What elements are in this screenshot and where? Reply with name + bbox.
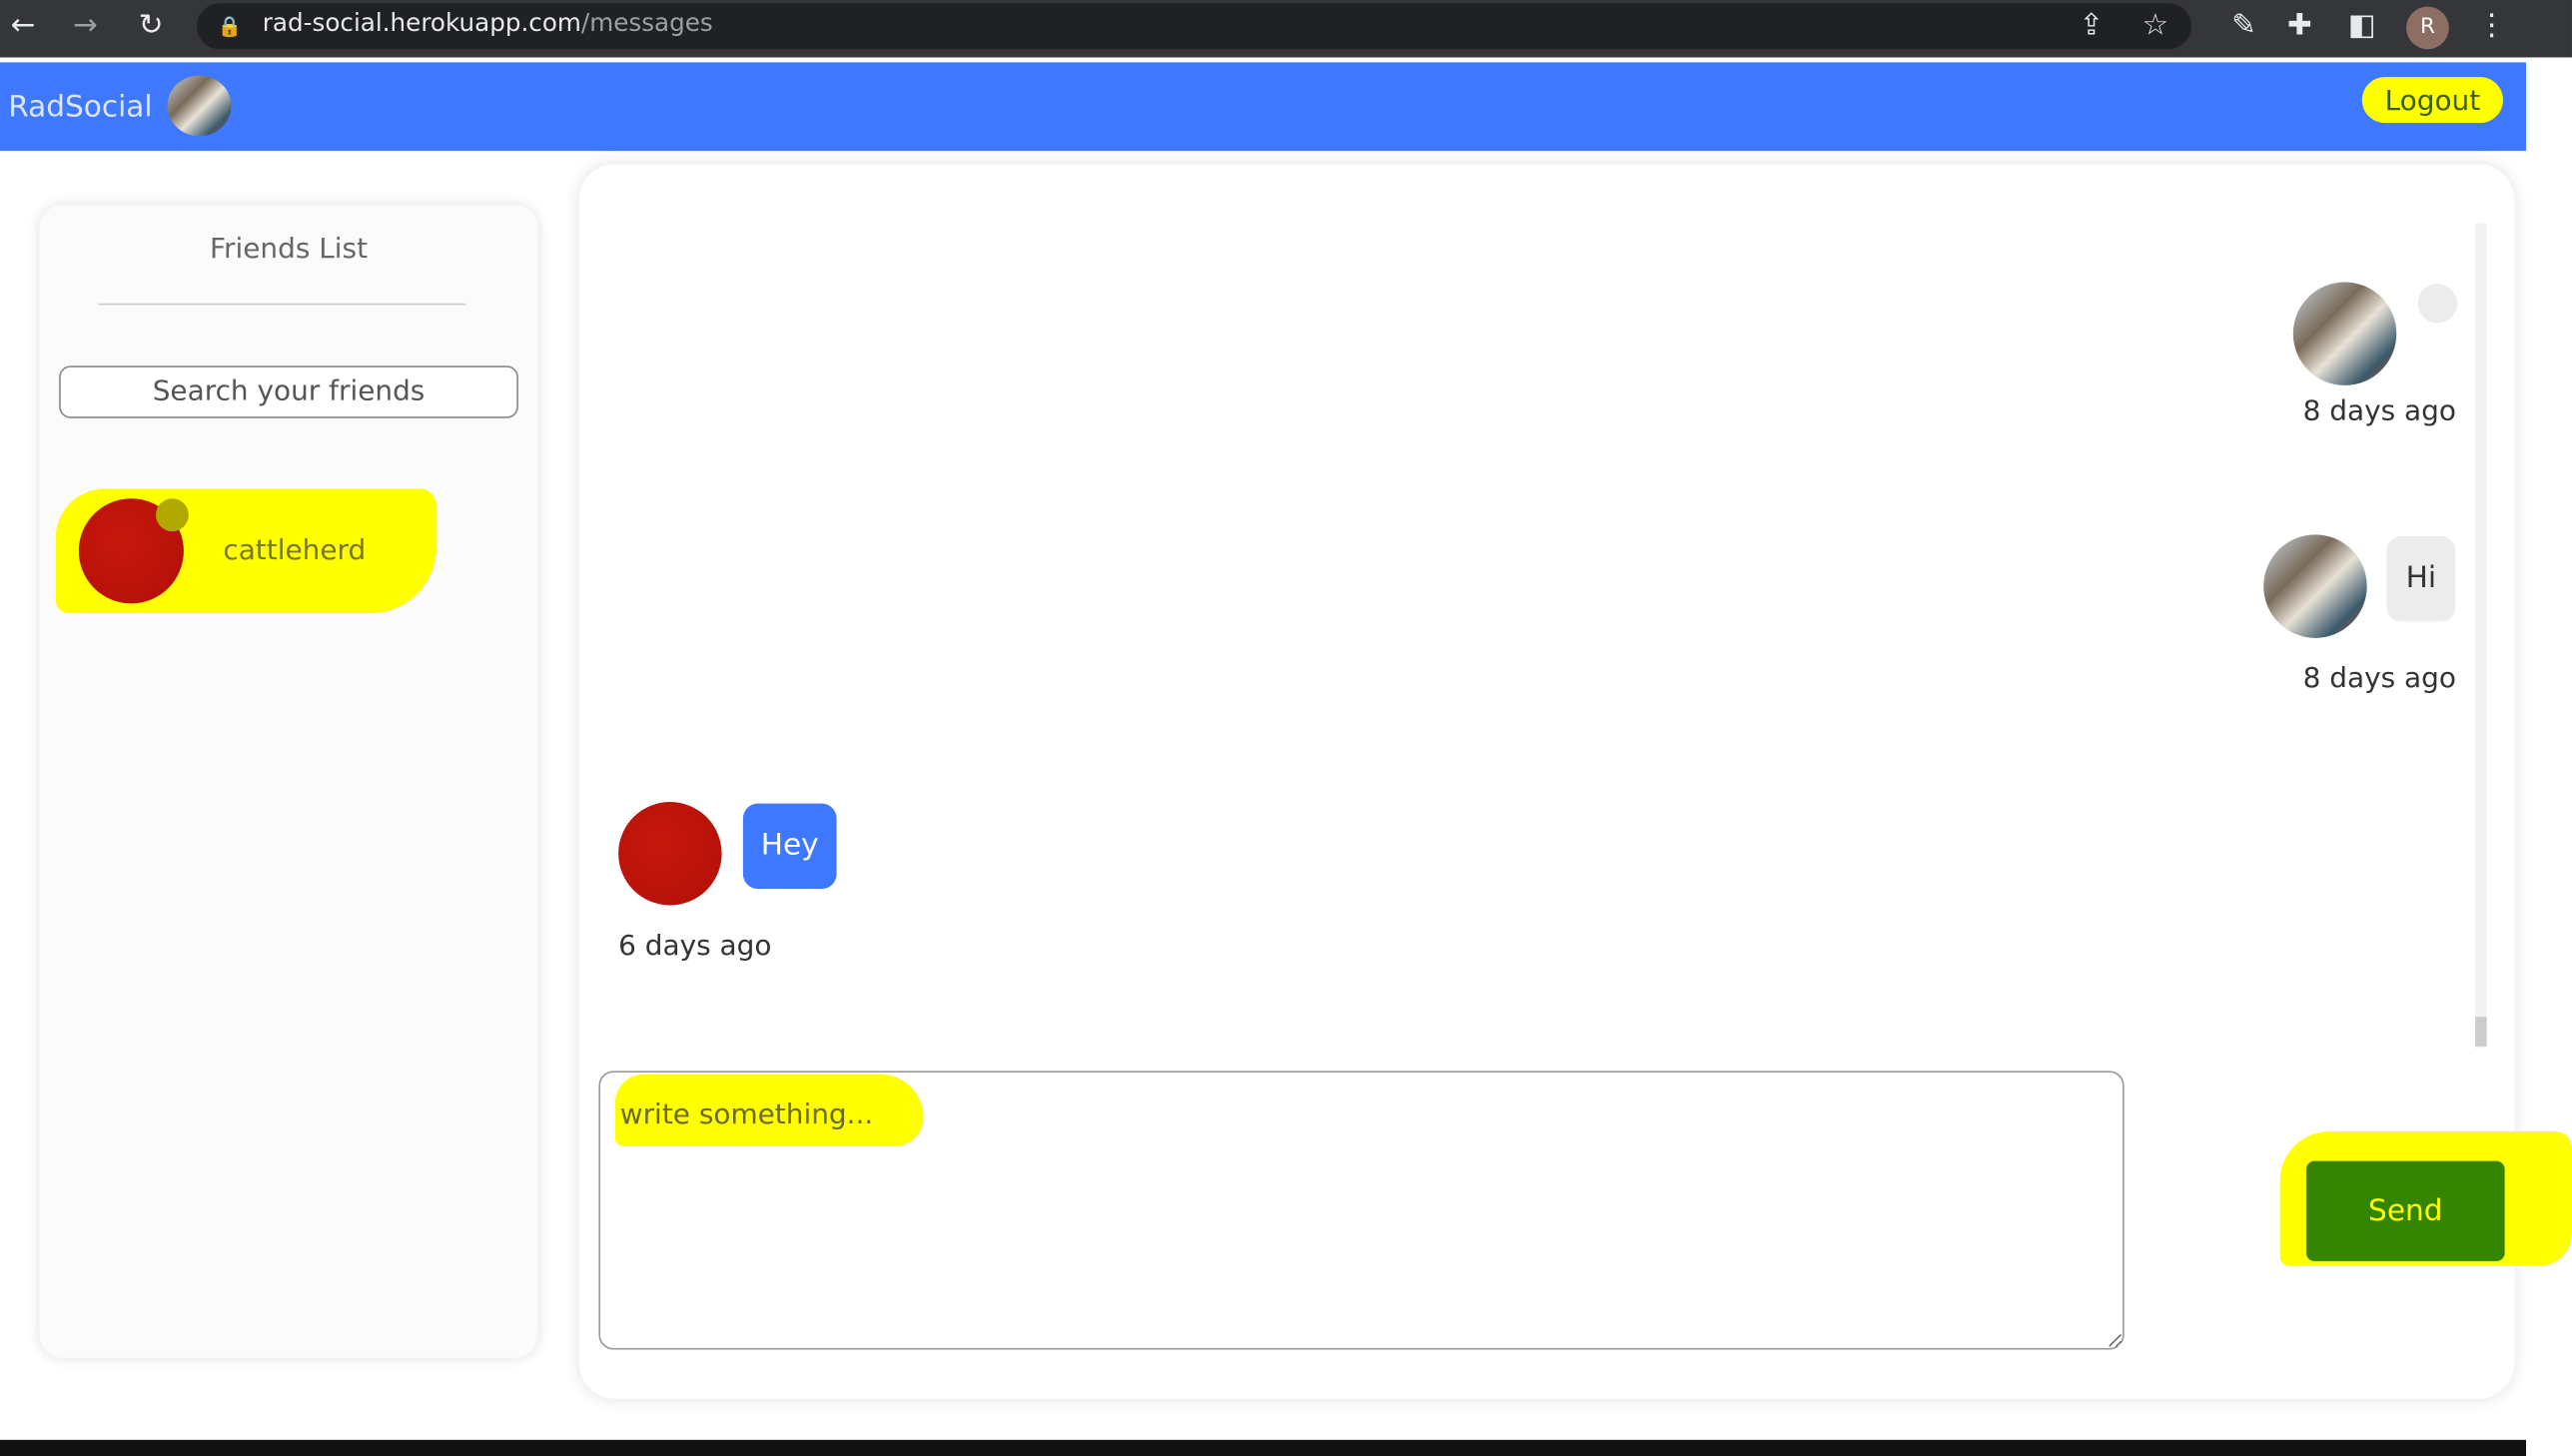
empty-message-bubble bbox=[2417, 284, 2458, 324]
friend-name[interactable]: cattleherd bbox=[223, 534, 366, 567]
extensions-puzzle-icon[interactable]: ✚ bbox=[2280, 2, 2319, 51]
navbar bbox=[0, 62, 2526, 152]
side-panel-icon[interactable]: ◧ bbox=[2342, 2, 2381, 51]
menu-kebab-icon[interactable]: ⋮ bbox=[2472, 2, 2511, 51]
friend-avatar bbox=[618, 802, 722, 906]
back-icon[interactable]: ← bbox=[3, 2, 42, 51]
lock-icon: 🔒 bbox=[217, 14, 243, 38]
message-timestamp: 8 days ago bbox=[2302, 662, 2456, 696]
message-bubble-received: Hey bbox=[742, 803, 837, 890]
profile-avatar[interactable]: R bbox=[2406, 6, 2449, 50]
send-button[interactable]: Send bbox=[2305, 1160, 2505, 1261]
online-status-dot bbox=[156, 498, 189, 532]
my-avatar bbox=[2263, 534, 2367, 638]
divider bbox=[98, 303, 466, 306]
message-timestamp: 6 days ago bbox=[618, 930, 772, 963]
message-input[interactable] bbox=[598, 1071, 2125, 1350]
url-host: rad-social.herokuapp.com bbox=[262, 8, 581, 38]
logout-button[interactable]: Logout bbox=[2361, 77, 2503, 124]
bookmark-star-icon[interactable]: ☆ bbox=[2136, 2, 2174, 51]
forward-icon[interactable]: → bbox=[66, 2, 105, 51]
extension-pen-icon[interactable]: ✎ bbox=[2224, 2, 2263, 51]
chat-scrollbar[interactable] bbox=[2475, 223, 2487, 1049]
reload-icon[interactable]: ↻ bbox=[131, 2, 170, 51]
share-icon[interactable]: ⇪ bbox=[2072, 2, 2111, 51]
brand-link[interactable]: RadSocial bbox=[8, 90, 152, 124]
my-avatar bbox=[2292, 282, 2397, 385]
message-timestamp: 8 days ago bbox=[2302, 394, 2456, 428]
user-avatar[interactable] bbox=[167, 75, 232, 137]
os-taskbar bbox=[0, 1439, 2526, 1456]
scrollbar-thumb[interactable] bbox=[2475, 1017, 2487, 1047]
url-path: /messages bbox=[580, 8, 713, 38]
search-friends-input[interactable] bbox=[59, 365, 518, 418]
message-bubble-sent: Hi bbox=[2386, 535, 2456, 622]
url-text: rad-social.herokuapp.com/messages bbox=[263, 8, 713, 38]
friends-list-title: Friends List bbox=[209, 233, 369, 267]
